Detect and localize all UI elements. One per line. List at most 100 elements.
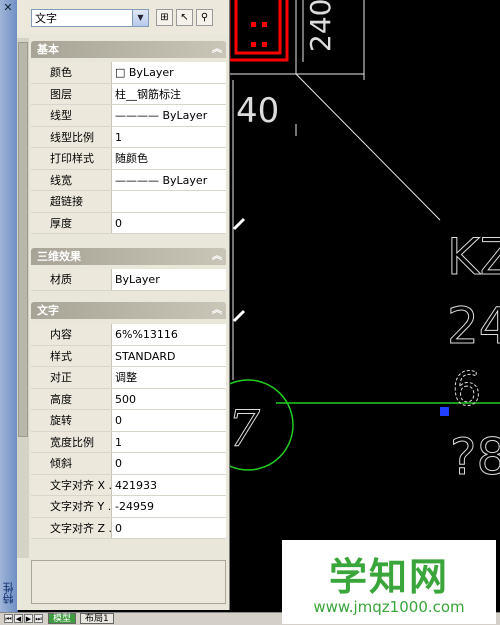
property-row[interactable]: 图层 柱__钢筋标注	[31, 83, 226, 105]
dimension-ticks	[232, 217, 246, 323]
property-value[interactable]: ———— ByLayer	[112, 170, 226, 191]
section-header-general[interactable]: 基本 ︽	[31, 41, 226, 58]
property-row[interactable]: 对正 调整	[31, 367, 226, 389]
section-rows-3d: 材质 ByLayer	[31, 269, 226, 291]
property-row[interactable]: 材质 ByLayer	[31, 269, 226, 291]
dimension-240: 240	[304, 0, 337, 52]
construction-lines	[229, 0, 441, 380]
site-watermark: 学知网 www.jmqz1000.com	[282, 540, 496, 624]
section-rows-text: 内容 6%%13116 样式 STANDARD 对正 调整 高度 500 旋转 0 宽度比…	[31, 324, 226, 539]
properties-palette: 文字 ▼ ⊞ ↖ ⚲ 基本 ︽ 颜色 □ ByLayer 图层 柱__钢筋标注 线型…	[17, 0, 230, 610]
property-row[interactable]: 倾斜 0	[31, 453, 226, 475]
property-value[interactable]: -24959	[112, 496, 226, 517]
column-label-kz: KZ	[447, 228, 500, 286]
scrollbar-thumb[interactable]	[18, 42, 28, 437]
selected-rebar-text[interactable]: 6	[452, 362, 482, 417]
stirrup-text: ?8	[450, 428, 500, 486]
property-row[interactable]: 厚度 0	[31, 212, 226, 234]
property-label: 打印样式	[31, 148, 112, 169]
property-value[interactable]: □ ByLayer	[112, 62, 226, 83]
section-header-text[interactable]: 文字 ︽	[31, 302, 226, 319]
rebar-points	[251, 22, 267, 47]
palette-title-strip[interactable]: ✕ 特性	[0, 0, 18, 612]
property-label: 对正	[31, 367, 112, 388]
property-value[interactable]: 调整	[112, 367, 226, 388]
property-value[interactable]: 0	[112, 518, 226, 539]
property-label: 文字对齐 X ...	[31, 474, 112, 495]
property-row[interactable]: 文字对齐 Y ... -24959	[31, 496, 226, 518]
watermark-url: www.jmqz1000.com	[313, 598, 465, 616]
property-value[interactable]: 1	[112, 127, 226, 148]
property-label: 厚度	[31, 212, 112, 233]
property-row[interactable]: 线型比例 1	[31, 126, 226, 148]
property-label: 文字对齐 Y ...	[31, 496, 112, 517]
property-label: 颜色	[31, 62, 112, 83]
property-row[interactable]: 文字对齐 Z ...0	[31, 517, 226, 539]
property-row[interactable]: 打印样式 随颜色	[31, 148, 226, 170]
property-row[interactable]: 线宽 ———— ByLayer	[31, 169, 226, 191]
select-objects-button[interactable]: ↖	[176, 9, 193, 26]
property-value[interactable]: ByLayer	[112, 269, 226, 290]
chevron-down-icon[interactable]: ▼	[132, 10, 148, 26]
property-value[interactable]: 随颜色	[112, 148, 226, 169]
property-value[interactable]: 0	[112, 410, 226, 431]
property-row[interactable]: 超链接	[31, 191, 226, 213]
property-row[interactable]: 内容 6%%13116	[31, 324, 226, 346]
tab-model[interactable]: 模型	[48, 613, 77, 624]
next-tab-icon[interactable]: ▶	[24, 614, 33, 623]
property-row[interactable]: 样式 STANDARD	[31, 345, 226, 367]
property-label: 图层	[31, 83, 112, 104]
last-tab-icon[interactable]: ⏭	[34, 614, 43, 623]
property-value[interactable]: 6%%13116	[112, 324, 226, 345]
column-size-text: 24	[447, 297, 500, 355]
property-row[interactable]: 宽度比例 1	[31, 431, 226, 453]
collapse-icon[interactable]: ︽	[212, 41, 222, 58]
watermark-title: 学知网	[328, 555, 449, 599]
property-label: 文字对齐 Z ...	[31, 517, 112, 538]
prev-tab-icon[interactable]: ◀	[14, 614, 23, 623]
property-row[interactable]: 旋转 0	[31, 410, 226, 432]
axis-marker-7: 7	[228, 400, 260, 458]
property-value[interactable]: 0	[112, 213, 226, 234]
palette-header: 文字 ▼ ⊞ ↖ ⚲	[17, 0, 229, 34]
property-label: 样式	[31, 345, 112, 366]
palette-scrollbar[interactable]	[17, 38, 29, 558]
property-label: 线型比例	[31, 126, 112, 147]
property-value[interactable]: STANDARD	[112, 346, 226, 367]
grip-point[interactable]	[440, 407, 449, 416]
column-rebar-outline	[227, 0, 289, 62]
section-header-3d[interactable]: 三维效果 ︽	[31, 248, 226, 265]
close-icon[interactable]: ✕	[2, 2, 14, 14]
property-row[interactable]: 文字对齐 X ...421933	[31, 474, 226, 496]
property-label: 线宽	[31, 169, 112, 190]
object-type-value: 文字	[35, 12, 57, 25]
property-value[interactable]: 421933	[112, 475, 226, 496]
tab-layout1[interactable]: 布局1	[80, 613, 114, 624]
property-label: 高度	[31, 388, 112, 409]
property-label: 旋转	[31, 410, 112, 431]
property-value[interactable]: 500	[112, 389, 226, 410]
property-row[interactable]: 高度 500	[31, 388, 226, 410]
property-label: 倾斜	[31, 453, 112, 474]
property-label: 材质	[31, 269, 112, 290]
property-value[interactable]: 柱__钢筋标注	[112, 84, 226, 105]
first-tab-icon[interactable]: ⏮	[4, 614, 13, 623]
toggle-pickadd-button[interactable]: ⊞	[156, 9, 173, 26]
collapse-icon[interactable]: ︽	[212, 248, 222, 265]
property-value[interactable]: 1	[112, 432, 226, 453]
dimension-40: 40	[236, 91, 279, 131]
property-value[interactable]	[112, 191, 226, 212]
description-box	[31, 560, 226, 604]
property-label: 超链接	[31, 191, 112, 212]
property-row[interactable]: 颜色 □ ByLayer	[31, 62, 226, 84]
quick-select-button[interactable]: ⚲	[196, 9, 213, 26]
property-value[interactable]: ———— ByLayer	[112, 105, 226, 126]
section-title: 基本	[37, 43, 59, 56]
property-value[interactable]: 0	[112, 453, 226, 474]
object-type-select[interactable]: 文字 ▼	[31, 9, 149, 27]
property-row[interactable]: 线型 ———— ByLayer	[31, 105, 226, 127]
property-label: 线型	[31, 105, 112, 126]
collapse-icon[interactable]: ︽	[212, 302, 222, 319]
section-title: 三维效果	[37, 250, 81, 263]
section-title: 文字	[37, 304, 59, 317]
